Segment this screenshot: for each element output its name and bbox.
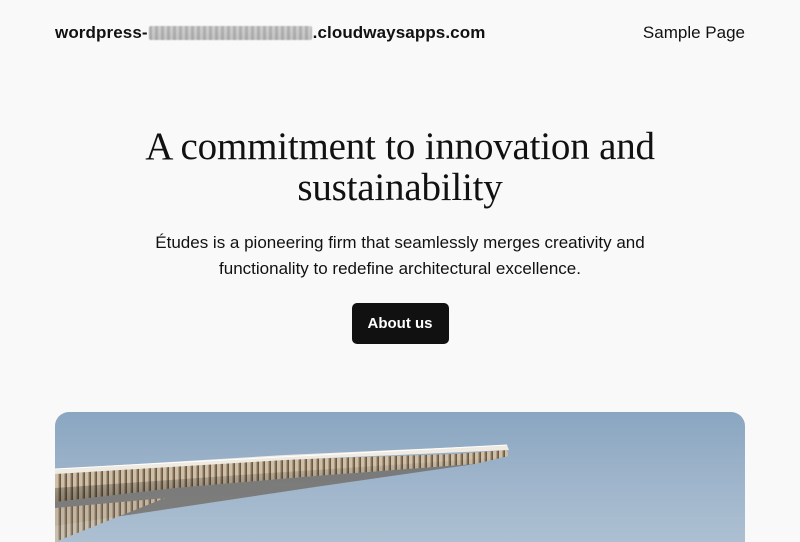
redacted-blur: [148, 26, 312, 40]
hero-section: A commitment to innovation and sustainab…: [0, 126, 800, 344]
hero-description: Études is a pioneering firm that seamles…: [155, 233, 645, 278]
about-us-button[interactable]: About us: [351, 303, 449, 344]
site-title-link[interactable]: wordpress- .cloudwaysapps.com: [55, 23, 485, 43]
building-canopy-image: [55, 444, 509, 542]
nav-item-sample-page[interactable]: Sample Page: [643, 23, 745, 42]
site-title-suffix: .cloudwaysapps.com: [312, 23, 486, 42]
primary-nav: Sample Page: [643, 23, 745, 43]
hero-image: [55, 412, 745, 542]
site-title-prefix: wordpress-: [55, 23, 148, 42]
hero-heading: A commitment to innovation and sustainab…: [145, 125, 655, 209]
site-header: wordpress- .cloudwaysapps.com Sample Page: [55, 0, 745, 66]
